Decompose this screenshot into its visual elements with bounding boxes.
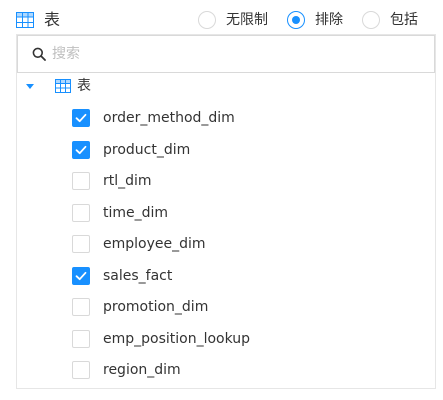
table-item-label: employee_dim [103, 236, 206, 252]
radio-label: 排除 [315, 12, 343, 28]
checkbox[interactable] [72, 361, 90, 379]
radio-circle[interactable] [198, 11, 216, 29]
radio-label: 无限制 [226, 12, 268, 28]
table-item-emp-position-lookup[interactable]: emp_position_lookup [72, 330, 432, 352]
filter-title: 表 [44, 10, 61, 29]
table-item-sales-fact[interactable]: sales_fact [72, 267, 432, 289]
checkbox[interactable] [72, 298, 90, 316]
table-item-product-dim[interactable]: product_dim [72, 141, 432, 163]
table-item-time-dim[interactable]: time_dim [72, 204, 432, 226]
table-item-label: emp_position_lookup [103, 331, 251, 347]
radio-exclude[interactable]: 排除 [287, 10, 353, 32]
search-icon [32, 47, 46, 61]
checkbox[interactable] [72, 330, 90, 348]
table-item-region-dim[interactable]: region_dim [72, 361, 432, 383]
table-item-label: order_method_dim [103, 110, 235, 126]
checkbox[interactable] [72, 172, 90, 190]
tree-root-label: 表 [77, 78, 91, 94]
table-item-label: time_dim [103, 205, 169, 221]
checkbox[interactable] [72, 267, 90, 285]
table-item-employee-dim[interactable]: employee_dim [72, 235, 432, 257]
table-item-label: sales_fact [103, 268, 173, 284]
table-item-promotion-dim[interactable]: promotion_dim [72, 298, 432, 320]
radio-label: 包括 [390, 12, 418, 28]
table-list-panel: 表 order_method_dim product_dim rtl_dimtime… [16, 34, 436, 389]
check-icon [75, 113, 87, 123]
table-item-label: region_dim [103, 362, 181, 378]
search-box [17, 35, 435, 73]
table-filter-widget: 表 无限制 排除 包括 搜索 表 order_method_dim produc… [0, 0, 443, 400]
radio-circle[interactable] [362, 11, 380, 29]
table-item-label: product_dim [103, 142, 191, 158]
check-icon [75, 145, 87, 155]
expand-caret-icon[interactable] [26, 84, 34, 89]
search-input[interactable] [52, 43, 412, 65]
table-item-order-method-dim[interactable]: order_method_dim [72, 109, 432, 131]
radio-dot [292, 16, 300, 24]
table-item-label: promotion_dim [103, 299, 209, 315]
radio-no-limit[interactable]: 无限制 [198, 10, 278, 32]
checkbox[interactable] [72, 141, 90, 159]
table-item-rtl-dim[interactable]: rtl_dim [72, 172, 432, 194]
tree-root-node[interactable]: 表 [17, 75, 435, 99]
radio-circle[interactable] [287, 11, 305, 29]
table-icon [55, 79, 71, 93]
table-item-label: rtl_dim [103, 173, 152, 189]
checkbox[interactable] [72, 109, 90, 127]
table-icon [16, 12, 34, 28]
checkbox[interactable] [72, 235, 90, 253]
check-icon [75, 271, 87, 281]
checkbox[interactable] [72, 204, 90, 222]
radio-include[interactable]: 包括 [362, 10, 428, 32]
